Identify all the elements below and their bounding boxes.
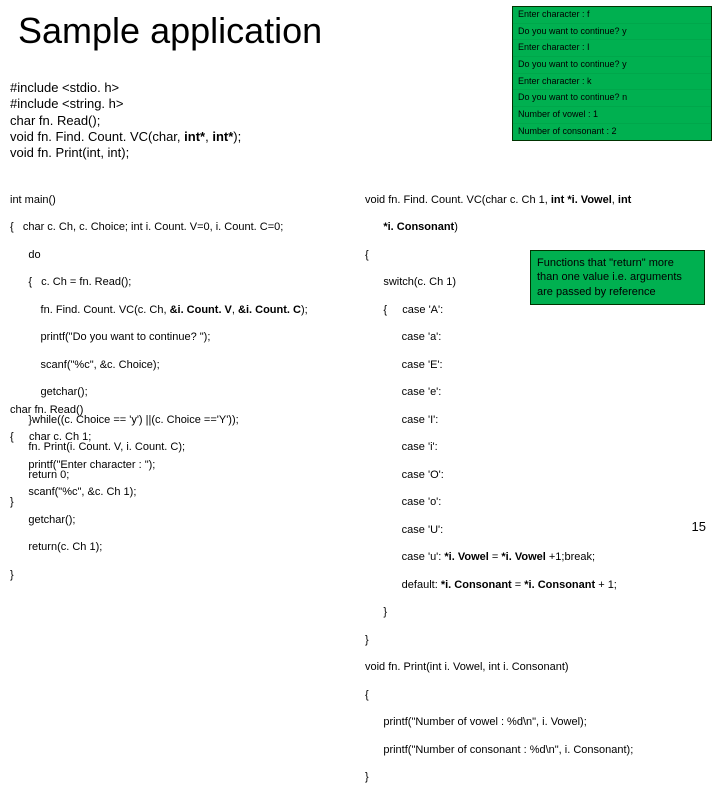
code-line: getchar();: [10, 514, 155, 528]
code-line: #include <stdio. h>: [10, 80, 241, 96]
code-line: { char c. Ch, c. Choice; int i. Count. V…: [10, 221, 360, 235]
code-line: do: [10, 249, 360, 263]
console-row: Do you want to continue? y: [513, 56, 711, 73]
code-line: }: [10, 569, 155, 583]
code-line: #include <string. h>: [10, 96, 241, 112]
code-line: printf("Number of consonant : %d\n", i. …: [365, 744, 715, 758]
code-line: {: [365, 689, 715, 703]
console-output: Enter character : f Do you want to conti…: [512, 6, 712, 141]
code-line: printf("Enter character : ");: [10, 459, 155, 473]
code-line: case 'O':: [365, 469, 715, 483]
code-line: case 'a':: [365, 331, 715, 345]
code-line: case 'E':: [365, 359, 715, 373]
code-line: }: [365, 771, 715, 785]
console-row: Number of vowel : 1: [513, 106, 711, 123]
code-line: case 'U':: [365, 524, 715, 538]
code-line: scanf("%c", &c. Choice);: [10, 359, 360, 373]
code-line: *i. Consonant): [365, 221, 715, 235]
code-line: void fn. Print(int, int);: [10, 145, 241, 161]
code-declarations: #include <stdio. h> #include <string. h>…: [10, 80, 241, 161]
code-line: case 'e':: [365, 386, 715, 400]
code-line: char fn. Read(): [10, 404, 155, 418]
code-line: { char c. Ch 1;: [10, 431, 155, 445]
code-line: printf("Number of vowel : %d\n", i. Vowe…: [365, 716, 715, 730]
code-line: case 'i':: [365, 441, 715, 455]
console-row: Number of consonant : 2: [513, 123, 711, 140]
console-row: Do you want to continue? n: [513, 89, 711, 106]
console-row: Enter character : k: [513, 73, 711, 90]
code-line: void fn. Find. Count. VC(char, int*, int…: [10, 129, 241, 145]
code-line: void fn. Print(int i. Vowel, int i. Cons…: [365, 661, 715, 675]
code-line: }: [365, 634, 715, 648]
code-line: char fn. Read();: [10, 113, 241, 129]
code-line: printf("Do you want to continue? ");: [10, 331, 360, 345]
code-line: case 'o':: [365, 496, 715, 510]
code-line: return(c. Ch 1);: [10, 541, 155, 555]
code-line: }: [365, 606, 715, 620]
console-row: Enter character : I: [513, 39, 711, 56]
code-line: fn. Find. Count. VC(c. Ch, &i. Count. V,…: [10, 304, 360, 318]
code-line: int main(): [10, 194, 360, 208]
code-line: case 'I':: [365, 414, 715, 428]
code-line: { c. Ch = fn. Read();: [10, 276, 360, 290]
code-line: case 'u': *i. Vowel = *i. Vowel +1;break…: [365, 551, 715, 565]
code-fnread: char fn. Read() { char c. Ch 1; printf("…: [10, 390, 155, 596]
code-line: scanf("%c", &c. Ch 1);: [10, 486, 155, 500]
page-number: 15: [692, 519, 706, 534]
code-line: default: *i. Consonant = *i. Consonant +…: [365, 579, 715, 593]
code-line: void fn. Find. Count. VC(char c. Ch 1, i…: [365, 194, 715, 208]
callout-note: Functions that "return" more than one va…: [530, 250, 705, 305]
console-row: Do you want to continue? y: [513, 23, 711, 40]
console-row: Enter character : f: [513, 7, 711, 23]
code-line: { case 'A':: [365, 304, 715, 318]
